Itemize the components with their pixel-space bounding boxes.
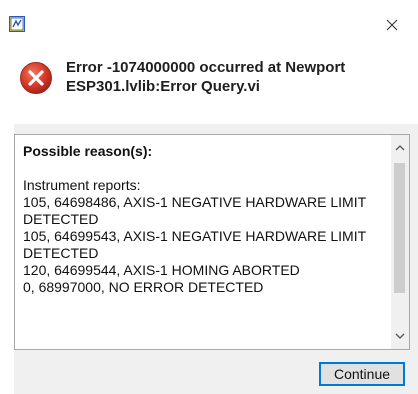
reason-line: 105, 64699543, AXIS-1 NEGATIVE HARDWARE … [23,228,366,261]
error-header: Error -1074000000 occurred at Newport ES… [0,44,418,124]
vertical-scrollbar[interactable] [391,135,409,349]
scroll-up-button[interactable] [391,139,409,157]
labview-app-icon [9,16,25,32]
error-dialog: Error -1074000000 occurred at Newport ES… [0,0,418,394]
chevron-down-icon [395,333,405,339]
close-icon [386,19,398,31]
scroll-down-button[interactable] [391,327,409,345]
error-title: Error -1074000000 occurred at Newport ES… [66,59,346,95]
close-button[interactable] [376,14,408,36]
reason-textbox[interactable]: Possible reason(s): Instrument reports: … [14,134,410,350]
dialog-body: Possible reason(s): Instrument reports: … [14,124,418,394]
reason-content: Possible reason(s): Instrument reports: … [23,143,381,296]
reason-line: 120, 64699544, AXIS-1 HOMING ABORTED [23,262,300,278]
reason-heading: Possible reason(s): [23,143,153,159]
reason-line: 0, 68997000, NO ERROR DETECTED [23,279,264,295]
chevron-up-icon [395,145,405,151]
reason-line: 105, 64698486, AXIS-1 NEGATIVE HARDWARE … [23,194,366,227]
error-x-circle-icon [19,61,53,95]
continue-button[interactable]: Continue [319,362,405,386]
scroll-thumb[interactable] [394,163,405,293]
reason-line: Instrument reports: [23,177,141,193]
